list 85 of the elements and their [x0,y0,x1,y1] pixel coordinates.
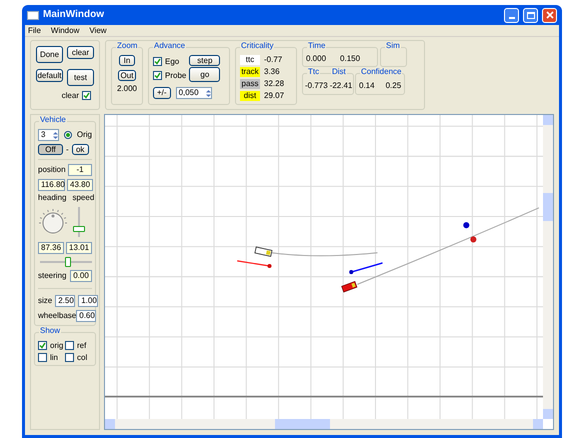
radio-button[interactable] [64,131,72,139]
label-text: heading [38,194,66,202]
group-title: Zoom [116,42,138,50]
checkbox[interactable] [65,353,74,362]
close-icon [546,11,554,19]
push-button[interactable]: Off [38,144,63,155]
group-title: Confidence [360,68,402,76]
group-title: Dist [331,68,347,76]
time-value: 0.150 [340,55,360,63]
label-text: wheelbase [38,312,76,320]
spin-box[interactable]: 0,050 [176,87,212,99]
checkbox-label: col [77,354,88,362]
menu-item[interactable]: View [89,26,107,34]
spin-arrows-icon [53,130,58,140]
criticality-value: 32.28 [264,80,284,88]
minimize-button[interactable] [504,8,519,22]
value-field[interactable]: 1.00 [78,295,98,307]
push-button[interactable]: Done [36,46,63,63]
push-button[interactable]: In [118,55,136,66]
window-title: MainWindow [43,10,106,20]
value-field[interactable]: 116.80 [38,179,65,191]
spin-box[interactable]: 3 [38,129,60,141]
label-text: - [66,146,69,154]
group-title: Criticality [240,42,274,50]
criticality-value: 3.36 [264,68,280,76]
push-button[interactable]: test [67,69,94,86]
group-title: Advance [153,42,186,50]
indicator-chip: pass [240,79,260,89]
push-button[interactable]: clear [67,46,94,59]
checkbox-label: orig [50,342,64,350]
confidence-value: 0.25 [386,82,402,90]
indicator-chip: ttc [240,55,260,65]
label-text: speed [72,194,94,202]
push-button[interactable]: default [36,69,63,82]
value-field[interactable]: -1 [68,164,92,176]
checkbox[interactable] [65,341,74,350]
ttc-dist-value: -0.773 [305,82,328,90]
checkbox-label: lin [50,354,58,362]
value-field[interactable]: 0.60 [76,310,96,322]
label-text: position [38,166,66,174]
criticality-value: 29.07 [264,92,284,100]
value-field[interactable]: 87.36 [38,242,64,254]
close-button[interactable] [542,8,557,22]
horizontal-scrollbar[interactable] [105,419,543,429]
value-field[interactable]: 2.50 [55,295,76,307]
value-field[interactable]: 43.80 [67,179,94,191]
checkbox-label: ref [77,342,86,350]
radio-label: Orig [76,131,92,139]
group-title: Show [39,327,62,335]
confidence-value: 0.14 [359,82,375,90]
group-title: Sim [385,42,401,50]
push-button[interactable]: go [189,67,220,82]
slider-thumb[interactable] [73,226,85,232]
window-icon [27,10,39,20]
checkbox[interactable] [153,71,162,80]
maximize-button[interactable] [523,8,538,22]
push-button[interactable]: +/- [153,87,171,99]
checkbox-label: Probe [165,72,186,80]
zoom-value: 2.000 [116,85,138,93]
value-field[interactable]: 13.01 [66,242,92,254]
push-button[interactable]: ok [72,144,89,155]
ttc-dist-value: -22.41 [330,82,352,90]
checkbox[interactable] [38,341,47,350]
spin-arrows-icon [206,88,211,98]
group-title: Ttc [307,68,320,76]
label-text: clear [62,92,79,100]
label-text: steering [38,272,66,280]
slider-thumb[interactable] [65,257,72,267]
label-text: size [38,297,52,305]
value-field[interactable]: 0.00 [70,270,92,282]
menu-item[interactable]: File [28,26,41,34]
indicator-chip: dist [240,91,260,101]
vertical-scrollbar[interactable] [543,115,553,419]
checkbox[interactable] [82,91,91,100]
indicator-chip: track [240,67,260,77]
push-button[interactable]: step [189,55,220,66]
group-title: Vehicle [39,116,67,124]
time-value: 0.000 [306,55,326,63]
push-button[interactable]: Out [118,70,136,81]
menu-item[interactable]: Window [50,26,80,34]
checkbox[interactable] [153,57,162,66]
criticality-value: -0.77 [264,56,282,64]
checkbox[interactable] [38,353,47,362]
group-title: Time [307,42,326,50]
checkbox-label: Ego [165,58,180,66]
